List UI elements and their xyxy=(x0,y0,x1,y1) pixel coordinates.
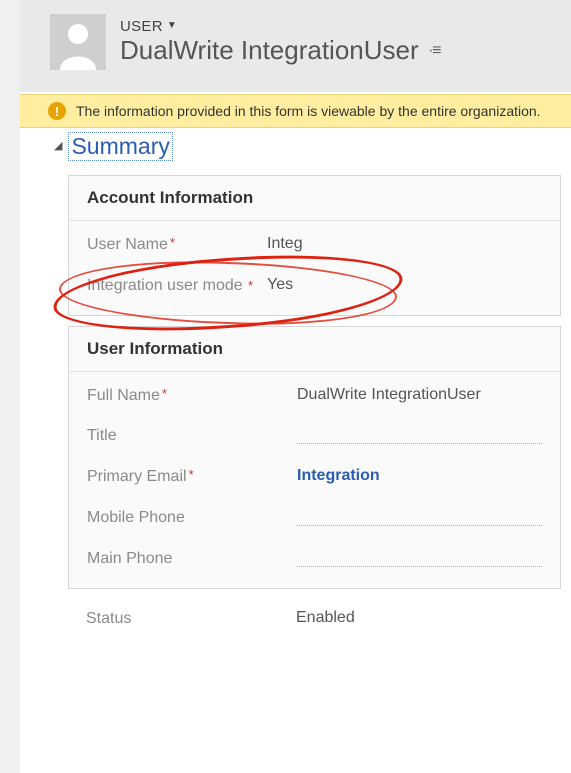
value-title[interactable] xyxy=(267,426,542,444)
label-main-phone: Main Phone xyxy=(87,549,267,570)
header-text: USER ▼ DualWrite IntegrationUser ∙≡ xyxy=(120,18,553,66)
entity-name-row: DualWrite IntegrationUser ∙≡ xyxy=(120,35,553,66)
label-primary-email-text: Primary Email xyxy=(87,468,187,485)
notification-bar: ! The information provided in this form … xyxy=(20,94,571,128)
card-header-account: Account Information xyxy=(69,176,560,221)
field-title[interactable]: Title xyxy=(69,412,560,453)
required-icon: * xyxy=(248,278,253,295)
section-summary-header[interactable]: ◢ Summary xyxy=(20,128,571,165)
warning-icon: ! xyxy=(48,102,66,120)
entity-type-label: USER xyxy=(120,18,163,35)
avatar xyxy=(50,14,106,70)
status-row: Status Enabled xyxy=(68,597,561,642)
field-main-phone[interactable]: Main Phone xyxy=(69,535,560,588)
collapse-caret-icon: ◢ xyxy=(54,139,62,152)
value-integration-mode[interactable]: Yes xyxy=(267,276,542,294)
notification-text: The information provided in this form is… xyxy=(76,103,541,119)
person-icon xyxy=(50,14,106,70)
chevron-down-icon: ▼ xyxy=(167,20,177,31)
label-integration-mode: Integration user mode * xyxy=(87,276,267,297)
label-status: Status xyxy=(86,609,266,630)
value-main-phone[interactable] xyxy=(267,549,542,567)
section-title: Summary xyxy=(68,132,172,161)
label-mobile-phone: Mobile Phone xyxy=(87,508,267,529)
value-primary-email[interactable]: Integration xyxy=(267,467,542,485)
value-user-name[interactable]: Integ xyxy=(267,235,542,253)
field-mobile-phone[interactable]: Mobile Phone xyxy=(69,494,560,535)
required-icon: * xyxy=(189,467,194,482)
required-icon: * xyxy=(170,235,175,250)
entity-name-text: DualWrite IntegrationUser xyxy=(120,35,419,66)
entity-type-row[interactable]: USER ▼ xyxy=(120,18,553,35)
label-primary-email: Primary Email* xyxy=(87,467,267,488)
label-full-name: Full Name* xyxy=(87,386,267,407)
label-full-name-text: Full Name xyxy=(87,387,160,404)
value-mobile-phone[interactable] xyxy=(267,508,542,526)
field-user-name[interactable]: User Name* Integ xyxy=(69,221,560,262)
value-full-name[interactable]: DualWrite IntegrationUser xyxy=(267,386,542,404)
field-full-name[interactable]: Full Name* DualWrite IntegrationUser xyxy=(69,372,560,413)
label-title: Title xyxy=(87,426,267,447)
value-status: Enabled xyxy=(266,609,543,630)
form-selector-icon[interactable]: ∙≡ xyxy=(429,42,441,60)
required-icon: * xyxy=(162,386,167,401)
card-header-user: User Information xyxy=(69,327,560,372)
label-user-name: User Name* xyxy=(87,235,267,256)
field-primary-email[interactable]: Primary Email* Integration xyxy=(69,453,560,494)
field-integration-mode[interactable]: Integration user mode * Yes xyxy=(69,262,560,315)
card-account-information: Account Information User Name* Integ Int… xyxy=(68,175,561,316)
form-header: USER ▼ DualWrite IntegrationUser ∙≡ xyxy=(20,0,571,92)
card-user-information: User Information Full Name* DualWrite In… xyxy=(68,326,561,589)
page-root: USER ▼ DualWrite IntegrationUser ∙≡ ! Th… xyxy=(0,0,571,773)
label-user-name-text: User Name xyxy=(87,236,168,253)
label-integration-mode-text: Integration user mode xyxy=(87,277,243,294)
